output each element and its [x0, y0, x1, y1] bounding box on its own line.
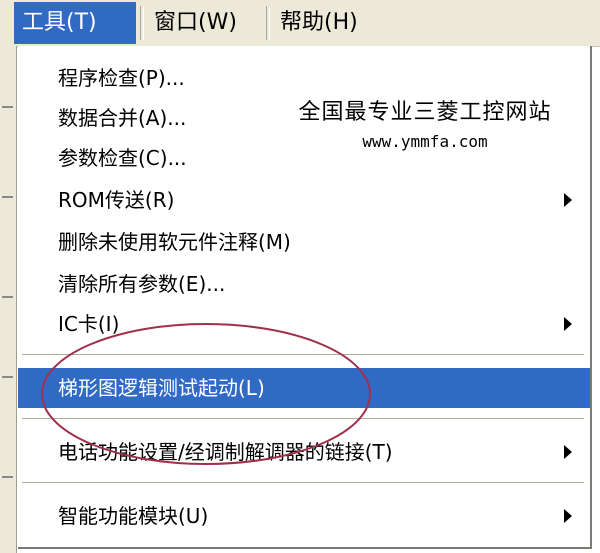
edge-mark — [2, 196, 13, 198]
tools-dropdown-menu: 程序检查(P)... 数据合并(A)... 参数检查(C)... ROM传送(R… — [18, 46, 592, 549]
edge-mark — [2, 476, 13, 478]
menu-item-ladder-logic-test-start[interactable]: 梯形图逻辑测试起动(L) — [18, 368, 590, 408]
menu-separator — [22, 482, 584, 484]
menu-item-telephone-modem-link[interactable]: 电话功能设置/经调制解调器的链接(T) — [18, 432, 590, 472]
menu-window[interactable]: 窗口(W) — [146, 2, 262, 44]
menu-help[interactable]: 帮助(H) — [272, 2, 388, 44]
edge-mark — [2, 106, 13, 108]
menu-item-label: 清除所有参数(E)... — [58, 272, 226, 296]
menu-item-delete-unused-comments[interactable]: 删除未使用软元件注释(M) — [18, 222, 590, 262]
submenu-arrow-icon — [564, 445, 572, 459]
menu-item-label: IC卡(I) — [58, 312, 120, 336]
menu-item-parameter-check[interactable]: 参数检查(C)... — [18, 138, 590, 178]
menu-separator — [22, 418, 584, 420]
menubar-separator — [266, 6, 270, 40]
menu-item-rom-transfer[interactable]: ROM传送(R) — [18, 180, 590, 220]
menu-item-label: 数据合并(A)... — [58, 106, 187, 130]
menu-bar: 工具(T) 窗口(W) 帮助(H) — [0, 0, 600, 47]
edge-mark — [2, 296, 13, 298]
menu-tools[interactable]: 工具(T) — [14, 2, 136, 44]
menu-item-label: 删除未使用软元件注释(M) — [58, 230, 291, 254]
menu-item-label: 电话功能设置/经调制解调器的链接(T) — [58, 440, 393, 464]
menu-item-program-check[interactable]: 程序检查(P)... — [18, 58, 590, 98]
menu-item-label: 程序检查(P)... — [58, 66, 185, 90]
menu-item-label: 智能功能模块(U) — [58, 504, 209, 528]
menu-item-data-merge[interactable]: 数据合并(A)... — [18, 98, 590, 138]
submenu-arrow-icon — [564, 317, 572, 331]
menu-separator — [22, 354, 584, 356]
menu-item-label: 参数检查(C)... — [58, 146, 187, 170]
menubar-separator — [140, 6, 144, 40]
submenu-arrow-icon — [564, 193, 572, 207]
submenu-arrow-icon — [564, 509, 572, 523]
menu-item-label: 梯形图逻辑测试起动(L) — [58, 376, 265, 400]
menu-item-label: ROM传送(R) — [58, 188, 175, 212]
background-window-edge — [0, 46, 17, 553]
edge-mark — [2, 376, 13, 378]
menu-item-clear-all-parameters[interactable]: 清除所有参数(E)... — [18, 264, 590, 304]
menu-item-ic-card[interactable]: IC卡(I) — [18, 304, 590, 344]
menu-item-intelligent-function-module[interactable]: 智能功能模块(U) — [18, 496, 590, 536]
